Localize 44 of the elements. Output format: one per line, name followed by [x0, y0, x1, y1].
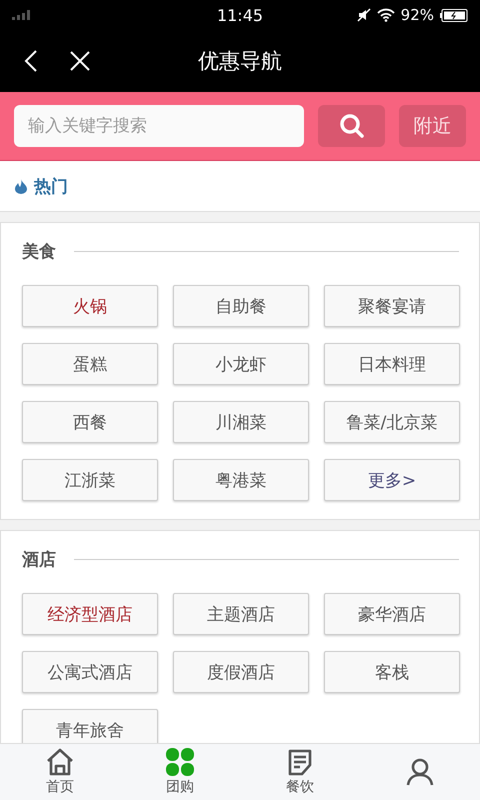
more-button[interactable]: 更多>: [324, 459, 460, 501]
close-icon[interactable]: [70, 51, 90, 71]
category-button[interactable]: 青年旅舍: [22, 709, 158, 743]
mute-icon: [356, 8, 371, 22]
category-button[interactable]: 江浙菜: [22, 459, 158, 501]
category-button[interactable]: 火锅: [22, 285, 158, 327]
category-button[interactable]: 聚餐宴请: [324, 285, 460, 327]
tab-item[interactable]: 首页: [0, 744, 120, 800]
category-button[interactable]: 日本料理: [324, 343, 460, 385]
category-title: 美食: [22, 240, 56, 262]
category-button[interactable]: 豪华酒店: [324, 593, 460, 635]
category-button[interactable]: 小龙虾: [173, 343, 309, 385]
tab-item[interactable]: 团购: [120, 744, 240, 800]
category-button[interactable]: 自助餐: [173, 285, 309, 327]
category-button[interactable]: 西餐: [22, 401, 158, 443]
search-button[interactable]: [318, 105, 386, 147]
category-button[interactable]: 度假酒店: [173, 651, 309, 693]
page-title: 优惠导航: [197, 48, 283, 75]
hot-heading: 热门: [34, 176, 68, 198]
tab-label: 首页: [46, 778, 74, 796]
category-button[interactable]: 客栈: [324, 651, 460, 693]
flame-icon: [14, 178, 28, 194]
search-field[interactable]: 输入关键字搜索: [14, 105, 304, 147]
search-icon: [338, 113, 365, 139]
home-icon: [45, 748, 75, 776]
wifi-icon: [376, 8, 395, 22]
category-title: 酒店: [22, 548, 56, 570]
battery-percent: 92%: [400, 6, 434, 24]
tab-label: 团购: [166, 778, 194, 796]
tab-label: 餐饮: [286, 778, 314, 796]
category-button[interactable]: 粤港菜: [173, 459, 309, 501]
battery-icon: [440, 8, 468, 22]
back-icon[interactable]: [24, 49, 38, 73]
tab-item[interactable]: 餐饮: [240, 744, 360, 800]
category-button[interactable]: 川湘菜: [173, 401, 309, 443]
category-button[interactable]: 公寓式酒店: [22, 651, 158, 693]
category-button[interactable]: 经济型酒店: [22, 593, 158, 635]
clock: 11:45: [216, 6, 264, 24]
category-button[interactable]: 主题酒店: [173, 593, 309, 635]
category-button[interactable]: 蛋糕: [22, 343, 158, 385]
note-icon: [286, 748, 314, 776]
grid-icon: [166, 748, 194, 776]
category-button[interactable]: 鲁菜/北京菜: [324, 401, 460, 443]
person-icon: [406, 758, 434, 786]
